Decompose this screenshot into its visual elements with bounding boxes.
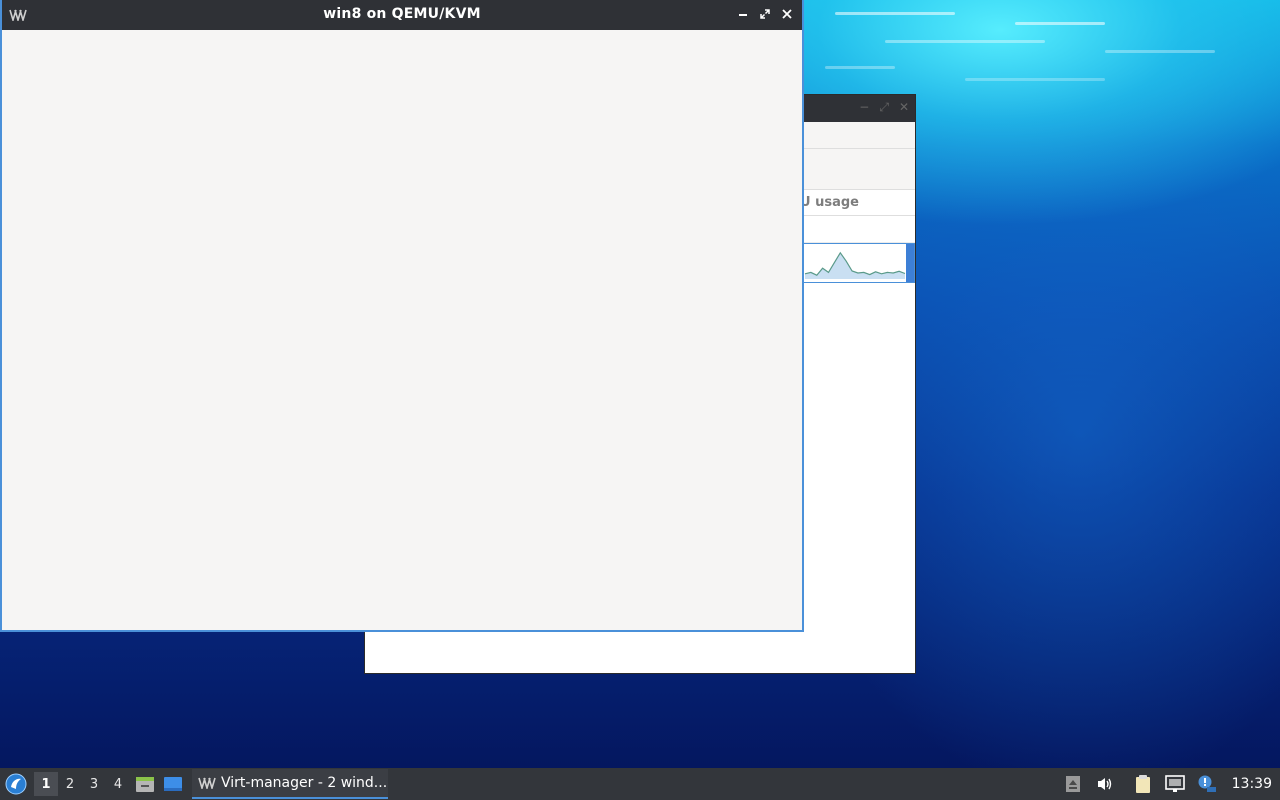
start-menu-button[interactable] (0, 768, 32, 800)
cpu-sparkline-area (805, 252, 905, 279)
workspace-4[interactable]: 4 (106, 772, 130, 796)
close-icon (782, 9, 792, 19)
workspace-2[interactable]: 2 (58, 772, 82, 796)
file-manager-launcher[interactable] (132, 771, 158, 797)
viewer-titlebar[interactable]: win8 on QEMU/KVM (2, 0, 802, 30)
taskbar-window-label: Virt-manager - 2 wind... (221, 775, 388, 791)
workspace-3[interactable]: 3 (82, 772, 106, 796)
maximize-button[interactable] (758, 4, 772, 24)
desktop-icon (164, 777, 182, 791)
clipboard-tray-button[interactable] (1130, 771, 1156, 797)
minimize-icon (739, 14, 747, 16)
file-manager-icon (136, 777, 154, 792)
volume-icon (1097, 778, 1111, 790)
window-title: win8 on QEMU/KVM (323, 6, 481, 22)
clipboard-icon (1135, 775, 1150, 793)
cpu-usage-column-header[interactable]: U usage (800, 195, 859, 210)
maximize-icon[interactable]: ⤢ (879, 100, 889, 115)
network-tray-button[interactable] (1162, 771, 1188, 797)
network-icon (1164, 775, 1185, 792)
maximize-icon (760, 9, 770, 19)
eject-icon (1065, 776, 1080, 792)
update-notification-icon (1198, 775, 1216, 792)
volume-tray-button[interactable] (1092, 771, 1118, 797)
eject-tray-button[interactable] (1060, 771, 1086, 797)
vm-viewer-window: win8 on QEMU/KVM (0, 0, 804, 632)
clock[interactable]: 13:39 (1232, 776, 1272, 792)
workspace-1[interactable]: 1 (34, 772, 58, 796)
vm-display-area[interactable] (2, 30, 802, 630)
cpu-usage-sparkline (804, 251, 906, 279)
close-icon[interactable]: ✕ (899, 100, 909, 115)
taskbar: 1 2 3 4 Virt-manager - 2 wind... 13:39 (0, 768, 1280, 800)
lubuntu-logo-icon (5, 773, 27, 795)
row-selection-edge (906, 244, 914, 282)
workspace-switcher: 1 2 3 4 (34, 772, 130, 796)
minimize-button[interactable] (736, 4, 750, 24)
close-button[interactable] (780, 4, 794, 24)
minimize-icon[interactable]: − (859, 100, 869, 115)
cpu-sparkline-line (804, 251, 906, 276)
show-desktop-launcher[interactable] (160, 771, 186, 797)
notification-tray-button[interactable] (1194, 771, 1220, 797)
taskbar-window-virt-manager[interactable]: Virt-manager - 2 wind... (192, 769, 388, 799)
system-tray: 13:39 (1054, 768, 1280, 800)
virt-manager-app-icon (198, 777, 216, 789)
